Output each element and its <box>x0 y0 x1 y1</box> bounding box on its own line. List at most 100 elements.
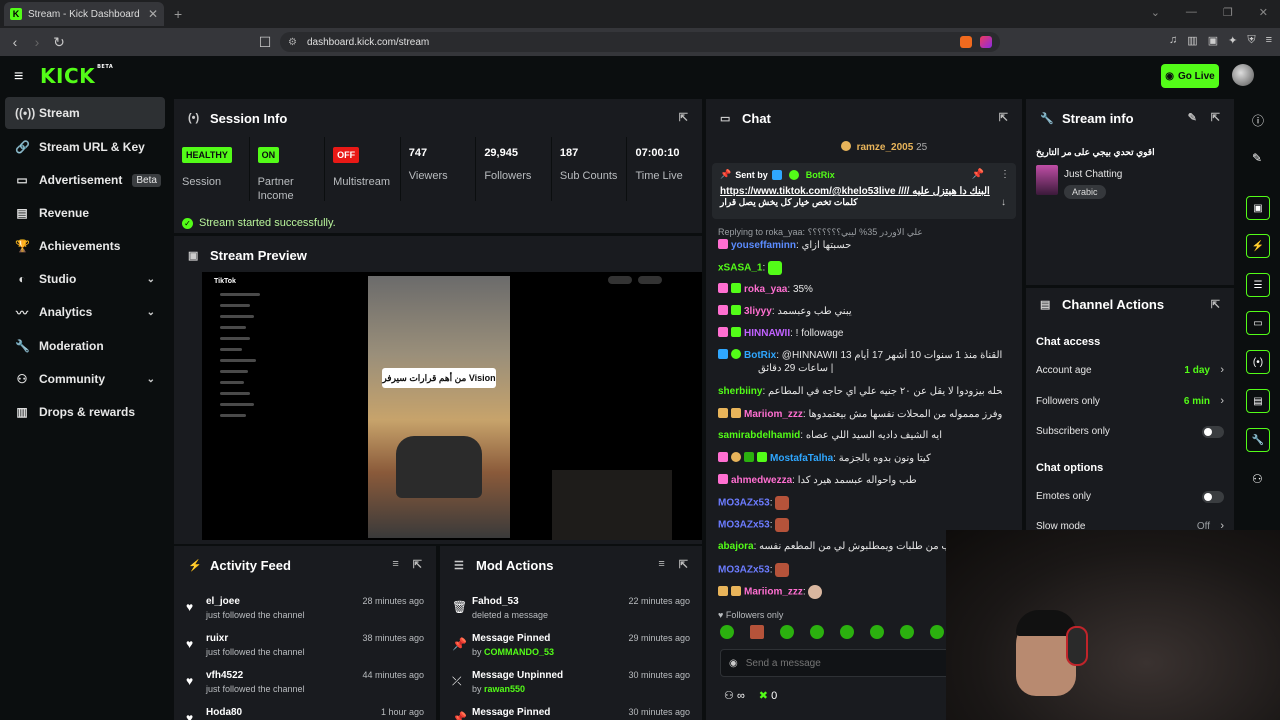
sidebar-item-revenue[interactable]: ▤ Revenue <box>5 197 165 229</box>
filter-icon[interactable]: ≡ <box>658 558 664 571</box>
category-name[interactable]: Just Chatting <box>1064 169 1122 180</box>
filter-icon[interactable]: ≡ <box>392 558 398 571</box>
sidebar-item-analytics[interactable]: 〰 Analytics ⌄ <box>5 296 165 328</box>
badge-icon <box>731 452 741 462</box>
emoji-icon[interactable]: ◉ <box>729 658 738 669</box>
edit-icon[interactable]: ✎ <box>1252 151 1262 165</box>
emote-icon <box>775 563 790 577</box>
stat-multistream: OFF Multistream <box>325 137 401 201</box>
wallet-icon[interactable]: ▣ <box>1208 34 1218 47</box>
close-tab-icon[interactable]: ✕ <box>148 7 158 21</box>
pinned-link[interactable]: https://www.tiktok.com/@khelo53live <box>720 186 896 197</box>
sidebar-toggle-icon[interactable]: ▥ <box>1187 34 1197 47</box>
preview-icon: ▣ <box>188 249 199 262</box>
sidebar-item-studio[interactable]: ◐ Studio ⌄ <box>5 263 165 295</box>
close-window-icon[interactable]: ✕ <box>1259 6 1268 19</box>
dropdown-icon[interactable]: ⌄ <box>1151 6 1160 19</box>
subscribers-only-toggle[interactable] <box>1202 426 1224 438</box>
rail-preview-button[interactable]: ▣ <box>1246 196 1270 220</box>
emote-icon[interactable] <box>810 625 824 639</box>
rail-channel-actions-button[interactable]: ▤ <box>1246 389 1270 413</box>
reply-context: Replying to roka_yaa: علي الاوردر 35% لي… <box>718 227 923 237</box>
popout-icon[interactable]: ⇱ <box>999 111 1008 124</box>
emote-icon[interactable] <box>750 625 764 639</box>
list-item: 🗑 Fahod_53 deleted a message 22 minutes ago <box>452 596 690 620</box>
ai-icon[interactable]: ✦ <box>1228 34 1237 47</box>
badge-icon <box>718 305 728 315</box>
emote-icon[interactable] <box>900 625 914 639</box>
menu-icon[interactable]: ≡ <box>1266 34 1272 47</box>
list-item: ♥ Hoda80 1 hour ago <box>174 701 436 720</box>
popout-icon[interactable]: ⇱ <box>1211 298 1220 311</box>
reload-icon[interactable]: ↻ <box>48 34 70 51</box>
back-icon[interactable]: ‹ <box>4 34 26 50</box>
emotes-only-toggle[interactable] <box>1202 491 1224 503</box>
emote-icon[interactable] <box>780 625 794 639</box>
vpn-icon[interactable]: ⛨ <box>1247 34 1255 47</box>
pin-icon: 📌 <box>452 711 467 720</box>
community-icon[interactable]: ⚇ <box>1252 472 1263 486</box>
unpin-icon: ⤫ <box>452 674 462 688</box>
chat-input-box[interactable]: ◉ <box>720 649 950 677</box>
moderator-name[interactable]: rawan550 <box>484 684 525 694</box>
more-options-icon[interactable]: ⋮ <box>1000 169 1010 180</box>
chat-message: BotRix: @HINNAWII 13 يتابع القناة منذ 1 … <box>718 349 1002 361</box>
bookmark-icon[interactable]: ☐ <box>254 34 276 51</box>
maximize-icon[interactable]: ❐ <box>1223 6 1233 19</box>
sidebar-item-advertisement[interactable]: ▭ Advertisement Beta <box>5 164 165 196</box>
stream-preview-video[interactable]: TikTok من أهم قرارات سيرفر Vision <box>202 272 702 540</box>
emote-icon <box>808 585 823 599</box>
go-live-button[interactable]: ◉ Go Live <box>1161 64 1219 88</box>
popout-icon[interactable]: ⇱ <box>679 558 688 571</box>
sidebar-item-stream-url-key[interactable]: 🔗 Stream URL & Key <box>5 131 165 163</box>
expand-icon[interactable]: ↓ <box>1001 197 1006 208</box>
popout-icon[interactable]: ⇱ <box>413 558 422 571</box>
account-age-setting[interactable]: Account age 1 day › <box>1036 364 1224 385</box>
emote-icon[interactable] <box>930 625 944 639</box>
sidebar-item-community[interactable]: ⚇ Community ⌄ <box>5 363 165 395</box>
rail-activity-button[interactable]: ⚡ <box>1246 234 1270 258</box>
browser-tab[interactable]: K Stream - Kick Dashboard ✕ <box>4 2 164 26</box>
new-tab-icon[interactable]: + <box>174 6 182 22</box>
chat-message-input[interactable] <box>745 657 936 669</box>
chat-message: MO3AZx53: <box>718 496 1002 510</box>
rewards-icon[interactable] <box>980 36 992 48</box>
tiktok-logo: TikTok <box>214 278 236 285</box>
media-icon[interactable]: ♫ <box>1169 34 1177 47</box>
unpin-icon[interactable]: 📌 <box>972 169 984 180</box>
stat-followers: 29,945 Followers <box>476 137 552 201</box>
sidebar-item-moderation[interactable]: 🔧 Moderation <box>5 330 165 362</box>
avatar[interactable] <box>1232 64 1254 86</box>
rail-session-button[interactable]: (•) <box>1246 350 1270 374</box>
followers-only-setting[interactable]: Followers only 6 min › <box>1036 395 1224 416</box>
info-icon[interactable]: ⓘ <box>1252 112 1264 129</box>
kick-logo[interactable]: KICK BETA <box>40 64 113 88</box>
hamburger-menu-icon[interactable]: ≡ <box>14 68 23 86</box>
forward-icon[interactable]: › <box>26 34 48 50</box>
badge-icon <box>731 327 741 337</box>
stat-sub-counts: 187 Sub Counts <box>552 137 628 201</box>
emote-icon[interactable] <box>840 625 854 639</box>
popout-icon[interactable]: ⇱ <box>679 111 688 124</box>
chat-message: Mariiom_zzz: واي اوفرز ممموله من المحلات… <box>718 408 1002 420</box>
emote-icon[interactable] <box>870 625 884 639</box>
rail-chat-button[interactable]: ▭ <box>1246 311 1270 335</box>
headphones-icon <box>1066 626 1088 666</box>
popout-icon[interactable]: ⇱ <box>1211 111 1220 124</box>
rail-mod-actions-button[interactable]: ☰ <box>1246 273 1270 297</box>
heart-icon: ♥ <box>718 610 726 620</box>
sidebar-item-stream[interactable]: ((•)) Stream <box>5 97 165 129</box>
url-field[interactable]: ⚙ dashboard.kick.com/stream <box>280 32 1000 52</box>
minimize-icon[interactable]: — <box>1186 6 1197 19</box>
edit-icon[interactable]: ✎ <box>1188 111 1197 124</box>
rail-stream-info-button[interactable]: 🔧 <box>1246 428 1270 452</box>
sidebar-item-drops-rewards[interactable]: ▥ Drops & rewards <box>5 396 165 428</box>
sidebar-item-achievements[interactable]: 🏆 Achievements <box>5 230 165 262</box>
moderator-name[interactable]: COMMANDO_53 <box>484 647 554 657</box>
kick-points[interactable]: ✖ 0 <box>759 689 777 702</box>
users-infinity[interactable]: ⚇ ∞ <box>724 689 745 702</box>
emote-icon[interactable] <box>720 625 734 639</box>
brave-shield-icon[interactable] <box>960 36 972 48</box>
stream-title: اقوي تحدي بيجي على مر التاريخ <box>1036 147 1155 157</box>
site-info-icon[interactable]: ⚙ <box>288 37 297 48</box>
